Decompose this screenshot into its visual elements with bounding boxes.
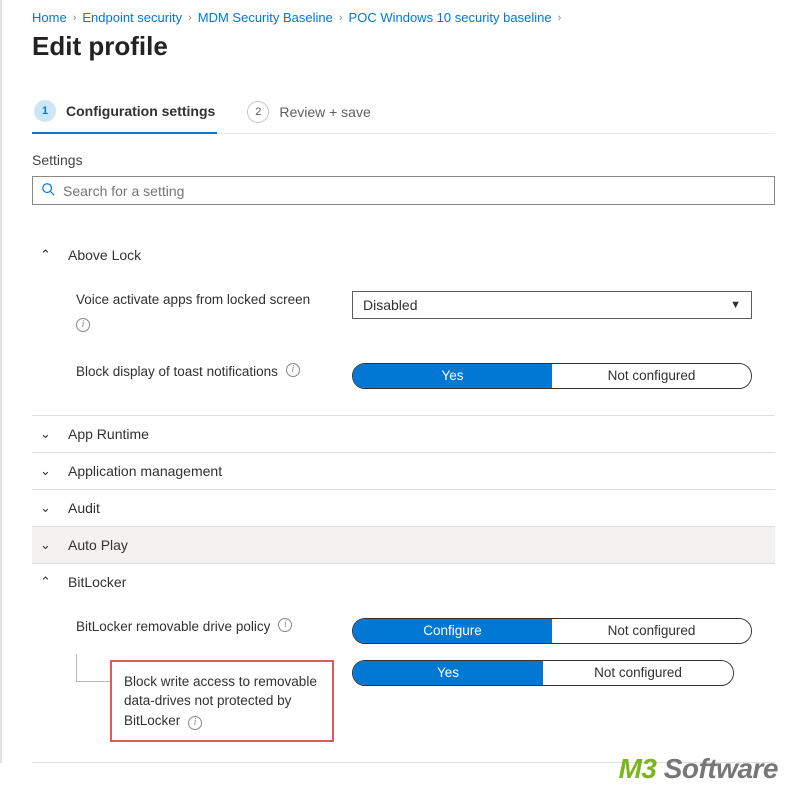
toggle-bitlocker-policy[interactable]: Configure Not configured: [352, 618, 752, 644]
setting-block-toast: Block display of toast notifications i Y…: [32, 357, 775, 395]
section-bitlocker: ⌃ BitLocker BitLocker removable drive po…: [32, 563, 775, 764]
dropdown-voice-activate[interactable]: Disabled ▼: [352, 291, 752, 319]
section-header-audit[interactable]: ⌄ Audit: [32, 490, 775, 526]
section-header-application-management[interactable]: ⌄ Application management: [32, 453, 775, 489]
step-review-save[interactable]: 2 Review + save: [245, 92, 372, 133]
toggle-option-yes[interactable]: Yes: [353, 661, 543, 685]
step-configuration-settings[interactable]: 1 Configuration settings: [32, 92, 217, 134]
breadcrumb-home[interactable]: Home: [32, 10, 67, 25]
search-input[interactable]: [63, 183, 766, 199]
toggle-option-configure[interactable]: Configure: [353, 619, 552, 643]
chevron-down-icon: ⌄: [40, 537, 54, 553]
section-header-app-runtime[interactable]: ⌄ App Runtime: [32, 416, 775, 452]
toggle-option-not-configured[interactable]: Not configured: [543, 661, 733, 685]
chevron-down-icon: ▼: [730, 299, 741, 311]
section-header-auto-play[interactable]: ⌄ Auto Play: [32, 527, 775, 563]
chevron-right-icon: ›: [558, 12, 562, 24]
breadcrumb-endpoint-security[interactable]: Endpoint security: [82, 10, 182, 25]
section-app-runtime: ⌄ App Runtime: [32, 415, 775, 452]
watermark: M3 Software: [619, 753, 778, 785]
info-icon[interactable]: i: [76, 318, 90, 332]
toggle-block-toast[interactable]: Yes Not configured: [352, 363, 752, 389]
section-header-above-lock[interactable]: ⌃ Above Lock: [32, 237, 775, 273]
section-title: Application management: [68, 463, 222, 479]
section-title: App Runtime: [68, 426, 149, 442]
toggle-option-yes[interactable]: Yes: [353, 364, 552, 388]
section-audit: ⌄ Audit: [32, 489, 775, 526]
section-above-lock: ⌃ Above Lock Voice activate apps from lo…: [32, 237, 775, 415]
dropdown-value: Disabled: [363, 297, 417, 313]
page-title: Edit profile: [32, 31, 775, 62]
section-title: Auto Play: [68, 537, 128, 553]
chevron-up-icon: ⌃: [40, 247, 54, 263]
step-label: Configuration settings: [66, 103, 215, 119]
watermark-m3: M3: [619, 753, 657, 784]
chevron-up-icon: ⌃: [40, 574, 54, 590]
info-icon[interactable]: i: [278, 618, 292, 632]
section-header-bitlocker[interactable]: ⌃ BitLocker: [32, 564, 775, 600]
setting-label-text: Voice activate apps from locked screen: [76, 292, 310, 307]
breadcrumb-poc-baseline[interactable]: POC Windows 10 security baseline: [349, 10, 552, 25]
highlighted-setting-block-write: Block write access to removable data-dri…: [110, 660, 334, 743]
setting-bitlocker-removable-policy: BitLocker removable drive policy i Confi…: [32, 612, 775, 650]
wizard-stepper: 1 Configuration settings 2 Review + save: [32, 92, 775, 134]
step-number: 1: [34, 100, 56, 122]
section-auto-play: ⌄ Auto Play: [32, 526, 775, 563]
breadcrumb-mdm-baseline[interactable]: MDM Security Baseline: [198, 10, 333, 25]
setting-voice-activate: Voice activate apps from locked screen i…: [32, 285, 775, 339]
chevron-right-icon: ›: [73, 12, 77, 24]
section-title: Above Lock: [68, 247, 141, 263]
toggle-block-write-access[interactable]: Yes Not configured: [352, 660, 734, 686]
step-label: Review + save: [279, 104, 370, 120]
info-icon[interactable]: i: [286, 363, 300, 377]
chevron-down-icon: ⌄: [40, 500, 54, 516]
watermark-software: Software: [656, 753, 778, 784]
section-application-management: ⌄ Application management: [32, 452, 775, 489]
tree-connector: [76, 654, 110, 682]
info-icon[interactable]: i: [188, 716, 202, 730]
setting-label-text: BitLocker removable drive policy: [76, 618, 270, 637]
chevron-down-icon: ⌄: [40, 426, 54, 442]
chevron-right-icon: ›: [188, 12, 192, 24]
chevron-right-icon: ›: [339, 12, 343, 24]
search-icon: [41, 182, 55, 199]
setting-label-text: Block write access to removable data-dri…: [124, 674, 317, 728]
setting-label-text: Block display of toast notifications: [76, 363, 278, 382]
chevron-down-icon: ⌄: [40, 463, 54, 479]
toggle-option-not-configured[interactable]: Not configured: [552, 619, 751, 643]
settings-heading: Settings: [32, 152, 775, 168]
breadcrumb: Home › Endpoint security › MDM Security …: [32, 10, 775, 25]
search-box[interactable]: [32, 176, 775, 205]
toggle-option-not-configured[interactable]: Not configured: [552, 364, 751, 388]
step-number: 2: [247, 101, 269, 123]
section-title: BitLocker: [68, 574, 126, 590]
section-title: Audit: [68, 500, 100, 516]
